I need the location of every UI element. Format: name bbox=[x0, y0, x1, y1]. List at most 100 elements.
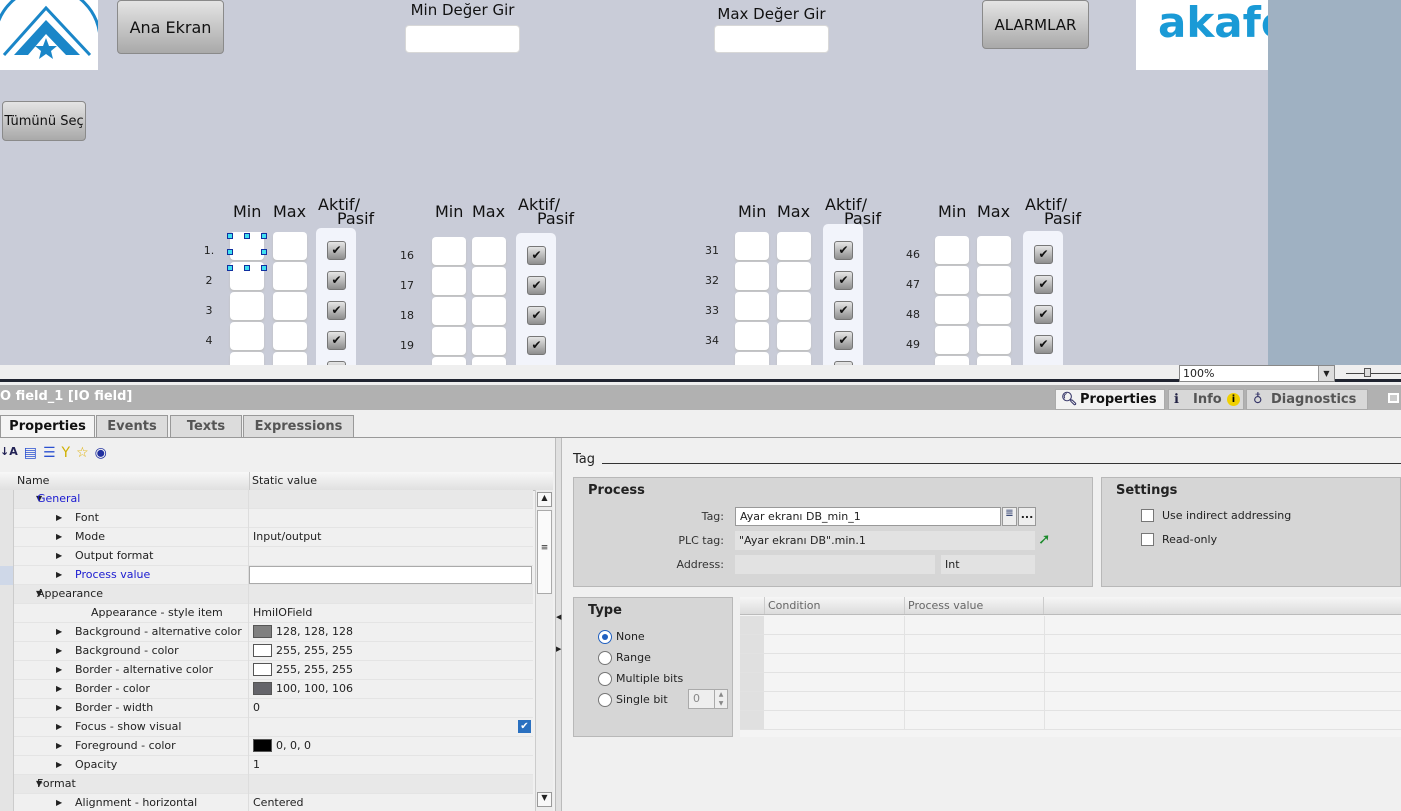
aktif-checkbox[interactable]: ✔ bbox=[834, 331, 853, 350]
property-row[interactable]: ▼ General bbox=[0, 490, 533, 509]
min-value-field[interactable] bbox=[935, 356, 969, 365]
read-only-checkbox[interactable] bbox=[1141, 533, 1154, 546]
max-value-field[interactable] bbox=[472, 297, 506, 325]
properties-scrollbar[interactable]: ▲ ≡ ▼ bbox=[535, 490, 553, 811]
min-value-field[interactable] bbox=[735, 262, 769, 290]
zoom-dropdown[interactable]: 100% ▼ bbox=[1179, 365, 1335, 382]
arrow-right-icon[interactable]: ▶ bbox=[556, 645, 561, 653]
min-value-field[interactable] bbox=[230, 292, 264, 320]
color-swatch[interactable] bbox=[253, 643, 272, 657]
min-value-field[interactable] bbox=[935, 236, 969, 264]
aktif-checkbox[interactable]: ✔ bbox=[327, 241, 346, 260]
max-value-field[interactable] bbox=[977, 356, 1011, 365]
selection-handle[interactable] bbox=[227, 249, 233, 255]
max-value-field[interactable] bbox=[472, 357, 506, 365]
aktif-checkbox[interactable]: ✔ bbox=[1034, 305, 1053, 324]
max-value-field[interactable] bbox=[472, 327, 506, 355]
tab-properties[interactable]: Properties bbox=[0, 415, 95, 439]
indirect-addressing-checkbox[interactable] bbox=[1141, 509, 1154, 522]
max-value-field[interactable] bbox=[977, 326, 1011, 354]
min-value-field[interactable] bbox=[735, 352, 769, 365]
property-row[interactable]: ▶ Foreground - color 0, 0, 0 bbox=[0, 737, 533, 756]
property-row[interactable]: ▶ Border - width 0 bbox=[0, 699, 533, 718]
scroll-thumb[interactable]: ≡ bbox=[537, 510, 552, 594]
expand-arrow-icon[interactable]: ▶ bbox=[56, 547, 62, 565]
condition-row[interactable] bbox=[740, 635, 1401, 654]
expand-icon[interactable]: ☰ bbox=[43, 445, 56, 465]
property-row[interactable]: ▶ Focus - show visual ✔ bbox=[0, 718, 533, 737]
radio-single-bit[interactable] bbox=[598, 693, 612, 707]
column-condition-header[interactable]: Condition bbox=[764, 597, 904, 614]
min-value-field[interactable] bbox=[432, 267, 466, 295]
aktif-checkbox[interactable]: ✔ bbox=[327, 331, 346, 350]
min-value-field[interactable] bbox=[735, 322, 769, 350]
stepper-arrows-icon[interactable]: ▲ ▼ bbox=[714, 690, 727, 708]
aktif-checkbox[interactable]: ✔ bbox=[527, 276, 546, 295]
max-value-field[interactable] bbox=[977, 236, 1011, 264]
selection-handle[interactable] bbox=[244, 233, 250, 239]
max-value-field[interactable] bbox=[977, 266, 1011, 294]
zoom-slider-handle[interactable] bbox=[1364, 368, 1371, 377]
selection-handle[interactable] bbox=[227, 265, 233, 271]
max-value-field[interactable] bbox=[273, 292, 307, 320]
zoom-slider[interactable] bbox=[1346, 373, 1401, 374]
tag-list-icon[interactable]: ≣ bbox=[1002, 507, 1017, 526]
arrow-left-icon[interactable]: ◀ bbox=[556, 613, 561, 621]
min-value-field[interactable] bbox=[935, 326, 969, 354]
scroll-up-icon[interactable]: ▲ bbox=[537, 492, 552, 507]
selection-handle[interactable] bbox=[261, 233, 267, 239]
aktif-checkbox[interactable]: ✔ bbox=[1034, 335, 1053, 354]
min-value-field[interactable] bbox=[735, 292, 769, 320]
min-value-field[interactable] bbox=[935, 296, 969, 324]
hmi-screen-canvas[interactable]: Ana Ekran Min Değer Gir Max Değer Gir AL… bbox=[0, 0, 1268, 365]
radio-range[interactable] bbox=[598, 651, 612, 665]
go-to-tag-arrow-icon[interactable]: ➚ bbox=[1038, 530, 1051, 548]
max-value-field[interactable] bbox=[273, 322, 307, 350]
sort-az-icon[interactable]: ↓A bbox=[0, 445, 18, 465]
selection-handle[interactable] bbox=[261, 265, 267, 271]
max-value-field[interactable] bbox=[777, 262, 811, 290]
max-value-field[interactable] bbox=[273, 262, 307, 290]
max-value-field[interactable] bbox=[777, 322, 811, 350]
condition-row[interactable] bbox=[740, 692, 1401, 711]
max-value-field[interactable] bbox=[777, 352, 811, 365]
selection-handle[interactable] bbox=[261, 249, 267, 255]
expand-arrow-icon[interactable]: ▶ bbox=[56, 756, 62, 774]
expand-arrow-icon[interactable]: ▶ bbox=[56, 566, 62, 584]
condition-row[interactable] bbox=[740, 673, 1401, 692]
aktif-checkbox[interactable]: ✔ bbox=[527, 336, 546, 355]
max-deger-input[interactable] bbox=[714, 25, 829, 53]
expand-arrow-icon[interactable]: ▶ bbox=[56, 623, 62, 641]
aktif-checkbox[interactable]: ✔ bbox=[327, 271, 346, 290]
max-value-field[interactable] bbox=[472, 267, 506, 295]
min-value-field[interactable] bbox=[432, 327, 466, 355]
panel-splitter[interactable]: ◀ ▶ bbox=[555, 438, 562, 811]
property-row[interactable]: ▶ Border - alternative color 255, 255, 255 bbox=[0, 661, 533, 680]
tab-events[interactable]: Events bbox=[96, 415, 168, 438]
color-swatch[interactable] bbox=[253, 738, 272, 752]
column-name-header[interactable]: Name bbox=[17, 472, 49, 490]
expand-arrow-icon[interactable]: ▶ bbox=[56, 680, 62, 698]
aktif-checkbox[interactable]: ✔ bbox=[327, 301, 346, 320]
min-value-field[interactable] bbox=[432, 237, 466, 265]
chevron-down-icon[interactable]: ▼ bbox=[1318, 366, 1334, 381]
aktif-checkbox[interactable]: ✔ bbox=[834, 301, 853, 320]
min-value-field[interactable] bbox=[432, 297, 466, 325]
expand-arrow-icon[interactable]: ▶ bbox=[56, 642, 62, 660]
property-row[interactable]: Appearance - style item HmiIOField bbox=[0, 604, 533, 623]
process-value-input[interactable] bbox=[249, 566, 532, 584]
tab-inspector-info[interactable]: ℹ Info i bbox=[1168, 389, 1244, 410]
ana-ekran-button[interactable]: Ana Ekran bbox=[117, 0, 224, 54]
min-value-field[interactable] bbox=[735, 232, 769, 260]
color-swatch[interactable] bbox=[253, 624, 272, 638]
expand-arrow-icon[interactable]: ▶ bbox=[56, 699, 62, 717]
property-row[interactable]: ▶ Alignment - horizontal Centered bbox=[0, 794, 533, 811]
aktif-checkbox[interactable]: ✔ bbox=[527, 306, 546, 325]
property-row[interactable]: ▶ Process value bbox=[0, 566, 533, 585]
expand-arrow-icon[interactable]: ▶ bbox=[56, 661, 62, 679]
property-row[interactable]: ▶ Mode Input/output bbox=[0, 528, 533, 547]
property-row[interactable]: ▶ Output format bbox=[0, 547, 533, 566]
property-row[interactable]: ▼ Format bbox=[0, 775, 533, 794]
condition-row[interactable] bbox=[740, 654, 1401, 673]
alarmlar-button[interactable]: ALARMLAR bbox=[982, 0, 1089, 49]
